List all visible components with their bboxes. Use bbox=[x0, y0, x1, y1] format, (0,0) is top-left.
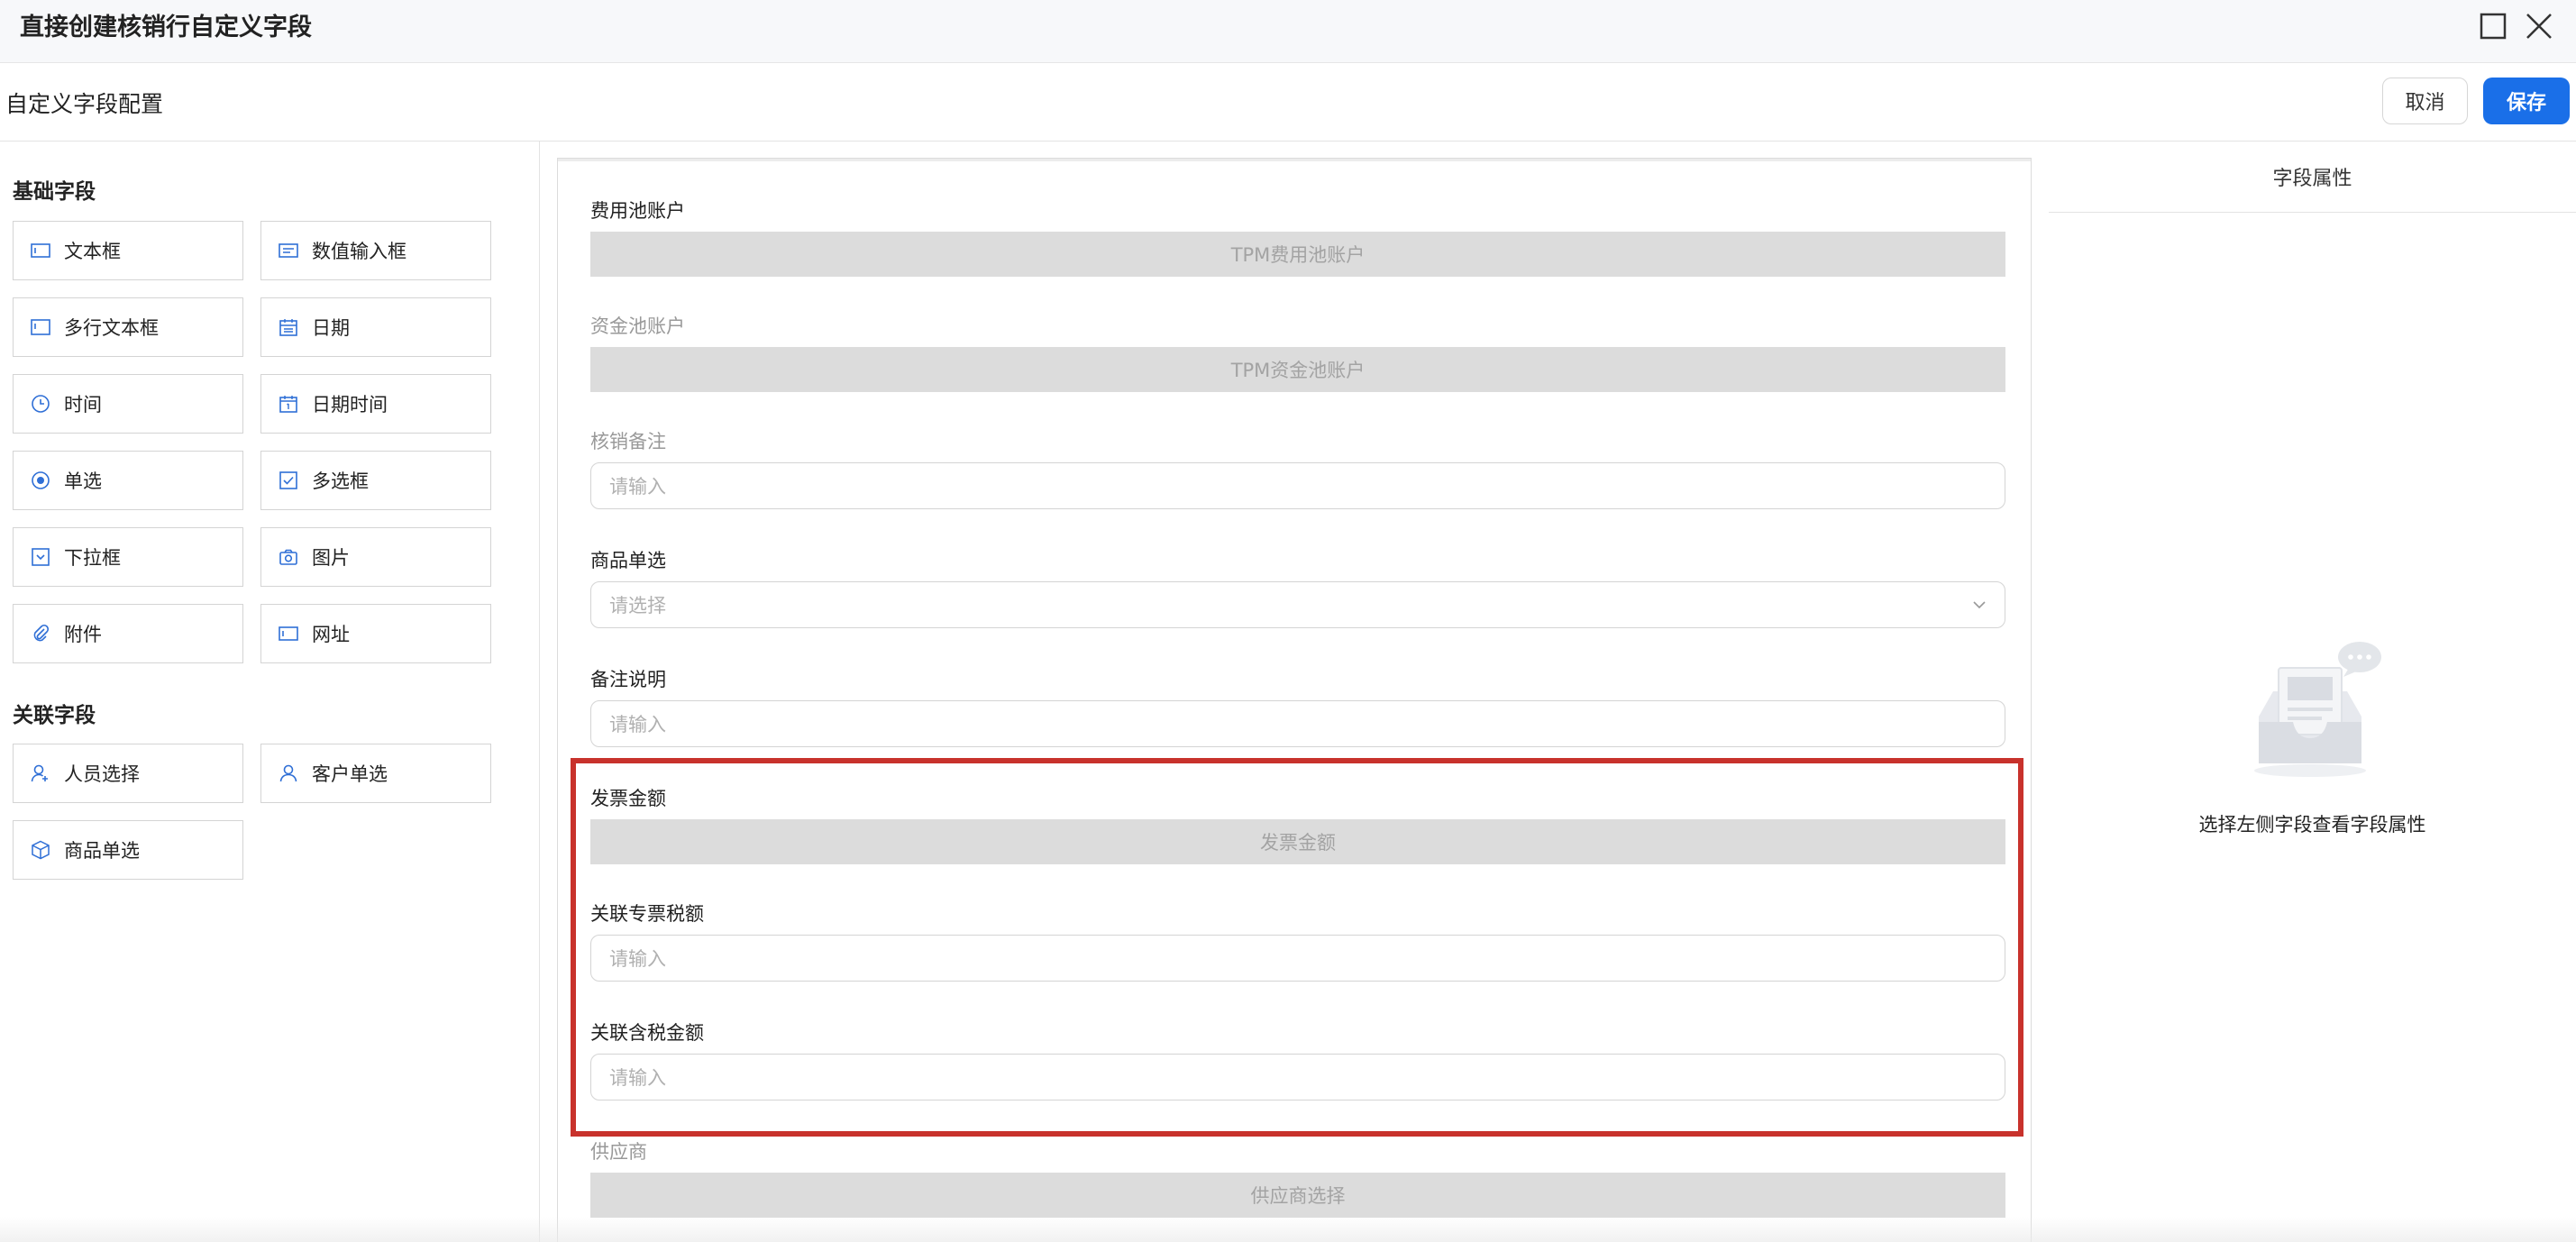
palette-label: 图片 bbox=[312, 547, 350, 569]
empty-inbox-icon bbox=[2254, 642, 2381, 777]
palette-label: 下拉框 bbox=[64, 547, 121, 569]
person-add-icon bbox=[31, 764, 48, 782]
palette-number-input[interactable]: 数值输入框 bbox=[260, 221, 491, 280]
window-title-bar: 直接创建核销行自定义字段 bbox=[0, 0, 2576, 63]
writeoff-remark-input[interactable]: 请输入 bbox=[590, 462, 2005, 509]
product-select[interactable]: 请选择 bbox=[590, 581, 2005, 628]
palette-label: 人员选择 bbox=[64, 763, 140, 785]
palette-checkbox[interactable]: 多选框 bbox=[260, 451, 491, 510]
palette-datetime[interactable]: 日期时间 bbox=[260, 374, 491, 434]
radio-icon bbox=[32, 471, 50, 489]
invoice-amount-field[interactable]: 发票金额 bbox=[590, 819, 2005, 864]
special-invoice-tax-input[interactable]: 请输入 bbox=[590, 935, 2005, 982]
field-label: 费用池账户 bbox=[590, 200, 685, 222]
field-properties-panel: 字段属性 选择左侧字段查看字段属性 bbox=[2049, 142, 2576, 1242]
palette-attachment[interactable]: 附件 bbox=[13, 604, 243, 663]
textarea-icon bbox=[31, 319, 50, 335]
checkbox-icon bbox=[279, 471, 297, 489]
field-label: 核销备注 bbox=[590, 431, 666, 452]
palette-person-select[interactable]: 人员选择 bbox=[13, 744, 243, 803]
palette-label: 商品单选 bbox=[64, 840, 140, 862]
expense-pool-account-field[interactable]: TPM费用池账户 bbox=[590, 232, 2005, 277]
palette-label: 客户单选 bbox=[312, 763, 388, 785]
palette-label: 时间 bbox=[64, 394, 102, 416]
text-box-icon bbox=[31, 243, 50, 258]
cancel-button[interactable]: 取消 bbox=[2382, 78, 2468, 124]
palette-label: 日期时间 bbox=[312, 394, 388, 416]
maximize-icon[interactable] bbox=[2478, 11, 2508, 41]
supplier-field[interactable]: 供应商选择 bbox=[590, 1173, 2005, 1218]
url-icon bbox=[279, 626, 298, 641]
palette-customer-select[interactable]: 客户单选 bbox=[260, 744, 491, 803]
field-label: 发票金额 bbox=[590, 788, 666, 809]
chevron-down-icon bbox=[1973, 601, 1986, 609]
close-icon[interactable] bbox=[2524, 11, 2554, 41]
palette-label: 附件 bbox=[64, 624, 102, 645]
field-label: 供应商 bbox=[590, 1141, 647, 1163]
camera-icon bbox=[279, 549, 297, 565]
basic-fields-title: 基础字段 bbox=[13, 180, 96, 204]
select-placeholder: 请选择 bbox=[609, 595, 666, 616]
page-title: 自定义字段配置 bbox=[5, 91, 164, 117]
palette-dropdown[interactable]: 下拉框 bbox=[13, 527, 243, 587]
box-icon bbox=[32, 840, 50, 860]
palette-label: 多选框 bbox=[312, 470, 369, 492]
palette-image[interactable]: 图片 bbox=[260, 527, 491, 587]
palette-label: 文本框 bbox=[64, 241, 121, 262]
palette-url[interactable]: 网址 bbox=[260, 604, 491, 663]
palette-product-select[interactable]: 商品单选 bbox=[13, 820, 243, 880]
related-fields-title: 关联字段 bbox=[13, 704, 96, 727]
calendar-icon bbox=[279, 319, 297, 336]
field-label: 备注说明 bbox=[590, 669, 666, 690]
palette-radio[interactable]: 单选 bbox=[13, 451, 243, 510]
properties-title: 字段属性 bbox=[2049, 142, 2576, 213]
save-button[interactable]: 保存 bbox=[2483, 78, 2570, 124]
field-label: 资金池账户 bbox=[590, 315, 685, 337]
fund-pool-account-field[interactable]: TPM资金池账户 bbox=[590, 347, 2005, 392]
config-header: 自定义字段配置 取消 保存 bbox=[0, 63, 2576, 142]
person-icon bbox=[279, 764, 297, 782]
calendar-date-icon bbox=[279, 396, 297, 413]
palette-text-box[interactable]: 文本框 bbox=[13, 221, 243, 280]
number-input-icon bbox=[279, 243, 298, 258]
field-label: 关联含税金额 bbox=[590, 1022, 704, 1044]
field-label: 关联专票税额 bbox=[590, 903, 704, 925]
dropdown-icon bbox=[32, 548, 50, 566]
palette-label: 数值输入框 bbox=[312, 241, 406, 262]
field-palette: 基础字段 文本框 数值输入框 多行文本框 日期 时间 日期时间 单选 多选框 下… bbox=[0, 142, 540, 1242]
field-label: 商品单选 bbox=[590, 550, 666, 571]
palette-label: 网址 bbox=[312, 624, 350, 645]
empty-state-text: 选择左侧字段查看字段属性 bbox=[2198, 814, 2426, 836]
paperclip-icon bbox=[33, 624, 50, 642]
palette-time[interactable]: 时间 bbox=[13, 374, 243, 434]
palette-textarea[interactable]: 多行文本框 bbox=[13, 297, 243, 357]
remark-input[interactable]: 请输入 bbox=[590, 700, 2005, 747]
palette-label: 日期 bbox=[312, 317, 350, 339]
canvas-divider bbox=[558, 159, 2031, 161]
palette-label: 多行文本框 bbox=[64, 317, 159, 339]
window-title: 直接创建核销行自定义字段 bbox=[20, 14, 312, 41]
tax-inclusive-amount-input[interactable]: 请输入 bbox=[590, 1054, 2005, 1100]
clock-icon bbox=[32, 395, 50, 413]
palette-label: 单选 bbox=[64, 470, 102, 492]
palette-date[interactable]: 日期 bbox=[260, 297, 491, 357]
form-canvas: 费用池账户 TPM费用池账户 资金池账户 TPM资金池账户 核销备注 请输入 商… bbox=[557, 158, 2032, 1242]
